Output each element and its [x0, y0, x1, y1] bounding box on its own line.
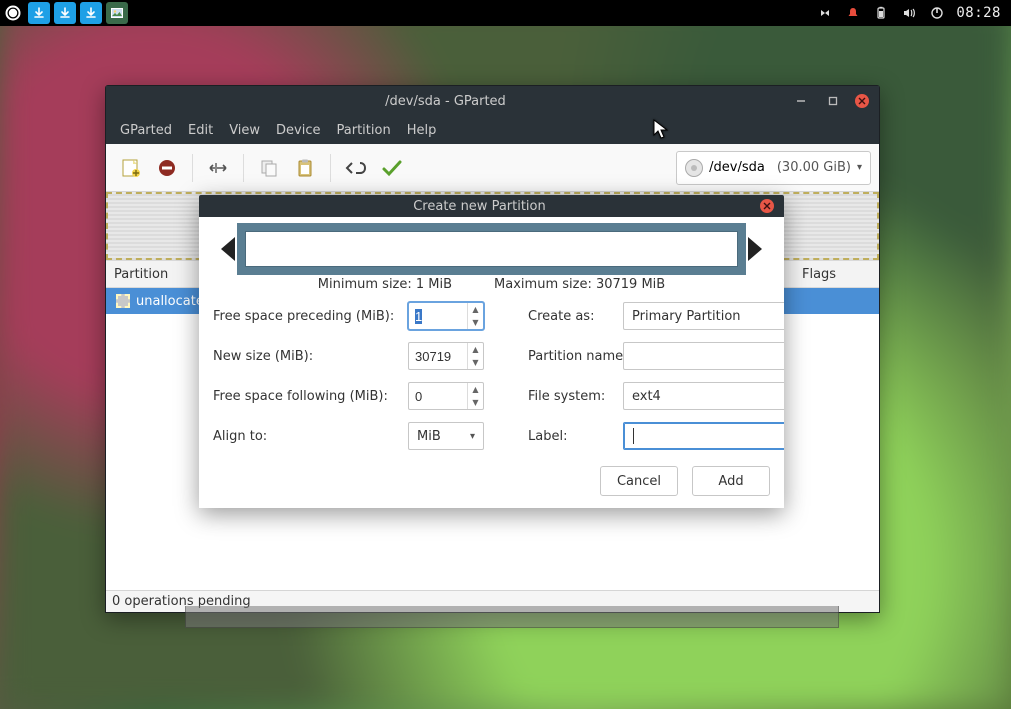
copy-button[interactable] — [252, 151, 286, 185]
task-download-2[interactable] — [52, 0, 78, 26]
create-partition-dialog: Create new Partition Minimum size: 1 MiB… — [199, 195, 784, 508]
free-preceding-input[interactable]: ▲▼ — [408, 302, 484, 330]
task-image-viewer[interactable] — [104, 0, 130, 26]
partition-name-input[interactable] — [623, 342, 784, 370]
partition-name-label: Partition name: — [528, 349, 623, 364]
free-following-input[interactable]: ▲▼ — [408, 382, 484, 410]
unallocated-swatch-icon — [116, 294, 130, 308]
create-as-combo[interactable]: Primary Partition▾ — [623, 302, 784, 330]
menu-edit[interactable]: Edit — [182, 121, 219, 140]
disk-icon — [685, 159, 703, 177]
dialog-close-button[interactable] — [760, 199, 774, 213]
battery-icon[interactable] — [868, 0, 894, 26]
chevron-down-icon: ▾ — [857, 162, 862, 173]
partition-resizer[interactable] — [221, 223, 762, 275]
add-button[interactable]: Add — [692, 466, 770, 496]
new-partition-button[interactable] — [114, 151, 148, 185]
free-preceding-field[interactable] — [409, 303, 467, 329]
free-following-label: Free space following (MiB): — [213, 389, 408, 404]
spin-down-icon[interactable]: ▼ — [468, 316, 483, 329]
partition-slab[interactable] — [237, 223, 746, 275]
window-minimize-button[interactable] — [793, 93, 809, 109]
align-to-label: Align to: — [213, 429, 408, 444]
window-title: /dev/sda - GParted — [106, 94, 785, 109]
file-system-combo[interactable]: ext4▾ — [623, 382, 784, 410]
menubar: GParted Edit View Device Partition Help — [106, 116, 879, 144]
volume-icon[interactable] — [896, 0, 922, 26]
new-size-input[interactable]: ▲▼ — [408, 342, 484, 370]
resize-handle-right-icon[interactable] — [748, 237, 762, 261]
dialog-title: Create new Partition — [199, 199, 760, 214]
menu-help[interactable]: Help — [401, 121, 443, 140]
device-name: /dev/sda — [709, 160, 765, 175]
window-close-button[interactable] — [855, 94, 869, 108]
label-label: Label: — [528, 429, 623, 444]
resize-handle-left-icon[interactable] — [221, 237, 235, 261]
spin-up-icon[interactable]: ▲ — [468, 303, 483, 316]
clock[interactable]: 08:28 — [952, 5, 1005, 21]
network-icon[interactable] — [812, 0, 838, 26]
notification-icon[interactable] — [840, 0, 866, 26]
apply-button[interactable] — [375, 151, 409, 185]
max-size-label: Maximum size: 30719 MiB — [494, 277, 665, 292]
file-system-label: File system: — [528, 389, 623, 404]
menu-view[interactable]: View — [223, 121, 266, 140]
paste-button[interactable] — [288, 151, 322, 185]
window-maximize-button[interactable] — [825, 93, 841, 109]
cancel-button[interactable]: Cancel — [600, 466, 678, 496]
label-input[interactable] — [623, 422, 784, 450]
resize-move-button[interactable] — [201, 151, 235, 185]
device-size: (30.00 GiB) — [777, 160, 851, 175]
spin-down-icon[interactable]: ▼ — [468, 396, 483, 409]
toolbar: /dev/sda (30.00 GiB) ▾ — [106, 144, 879, 192]
new-size-field[interactable] — [409, 343, 467, 369]
align-to-value: MiB — [417, 429, 441, 444]
free-preceding-label: Free space preceding (MiB): — [213, 309, 408, 324]
spin-up-icon[interactable]: ▲ — [468, 383, 483, 396]
task-download-1[interactable] — [26, 0, 52, 26]
task-download-3[interactable] — [78, 0, 104, 26]
device-selector[interactable]: /dev/sda (30.00 GiB) ▾ — [676, 151, 871, 185]
toolbar-separator — [192, 154, 193, 182]
toolbar-separator — [243, 154, 244, 182]
undo-button[interactable] — [339, 151, 373, 185]
menu-device[interactable]: Device — [270, 121, 326, 140]
create-as-label: Create as: — [528, 309, 623, 324]
delete-partition-button[interactable] — [150, 151, 184, 185]
partition-slab-inner — [245, 231, 738, 267]
top-panel: 08:28 — [0, 0, 1011, 26]
toolbar-separator — [330, 154, 331, 182]
file-system-value: ext4 — [632, 389, 661, 404]
text-cursor — [633, 428, 634, 444]
chevron-down-icon: ▾ — [470, 431, 475, 442]
free-following-field[interactable] — [409, 383, 467, 409]
dialog-titlebar[interactable]: Create new Partition — [199, 195, 784, 217]
column-flags[interactable]: Flags — [794, 267, 879, 282]
power-icon[interactable] — [924, 0, 950, 26]
spin-down-icon[interactable]: ▼ — [468, 356, 483, 369]
align-to-combo[interactable]: MiB ▾ — [408, 422, 484, 450]
window-titlebar[interactable]: /dev/sda - GParted — [106, 86, 879, 116]
menu-gparted[interactable]: GParted — [114, 121, 178, 140]
create-as-value: Primary Partition — [632, 309, 741, 324]
activities-button[interactable] — [0, 0, 26, 26]
spin-up-icon[interactable]: ▲ — [468, 343, 483, 356]
min-size-label: Minimum size: 1 MiB — [318, 277, 452, 292]
new-size-label: New size (MiB): — [213, 349, 408, 364]
background-window-shadow — [185, 606, 839, 628]
menu-partition[interactable]: Partition — [331, 121, 397, 140]
